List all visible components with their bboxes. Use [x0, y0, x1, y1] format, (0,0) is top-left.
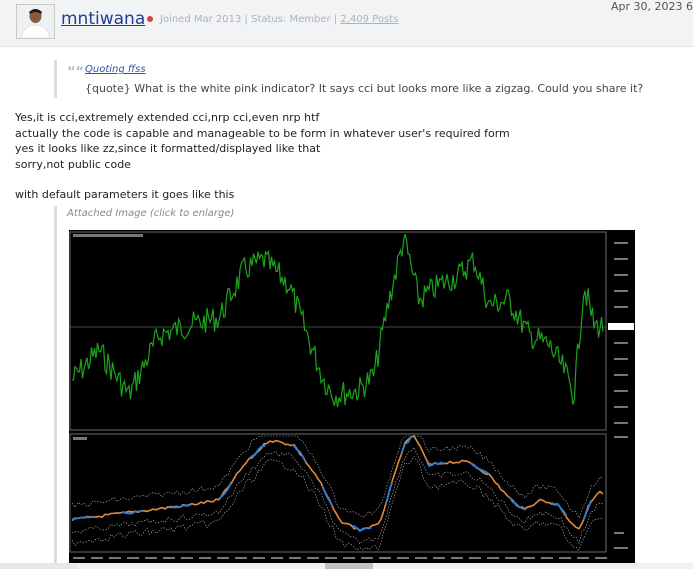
body-line: Yes,it is cci,extremely extended cci,nrp… — [15, 111, 320, 124]
post-header: mntiwana Joined Mar 2013 | Status: Membe… — [0, 0, 693, 47]
quote-icon: ““ — [67, 65, 85, 80]
attachment-label[interactable]: Attached Image (click to enlarge) — [67, 208, 234, 219]
quote-block: ““ Quoting ffss {quote} What is the whit… — [54, 60, 643, 98]
username-link[interactable]: mntiwana — [61, 9, 145, 29]
attachment-block: Attached Image (click to enlarge) — [54, 206, 637, 569]
scrollbar-thumb[interactable] — [325, 563, 373, 569]
post-count-link[interactable]: 2,409 Posts — [340, 14, 398, 25]
member-meta: Joined Mar 2013 | Status: Member | 2,409… — [160, 14, 399, 25]
chart-screenshot-svg — [69, 230, 635, 569]
post-body: Yes,it is cci,extremely extended cci,nrp… — [15, 110, 510, 203]
body-line: with default parameters it goes like thi… — [15, 188, 235, 201]
body-line: actually the code is capable and managea… — [15, 126, 510, 140]
horizontal-scrollbar[interactable] — [0, 563, 693, 569]
quote-author-link[interactable]: Quoting ffss — [85, 64, 146, 75]
body-line: sorry,not public code — [15, 157, 131, 171]
joined-date: Joined Mar 2013 — [160, 14, 242, 25]
post-date: Apr 30, 2023 6 — [610, 0, 693, 13]
attached-chart-image[interactable] — [69, 230, 635, 569]
online-dot-icon — [147, 16, 153, 22]
member-status: Status: Member — [251, 14, 331, 25]
quote-text: {quote} What is the white pink indicator… — [85, 82, 644, 95]
body-line: yes it looks like zz,since it formatted/… — [15, 142, 321, 155]
avatar[interactable] — [16, 4, 55, 39]
